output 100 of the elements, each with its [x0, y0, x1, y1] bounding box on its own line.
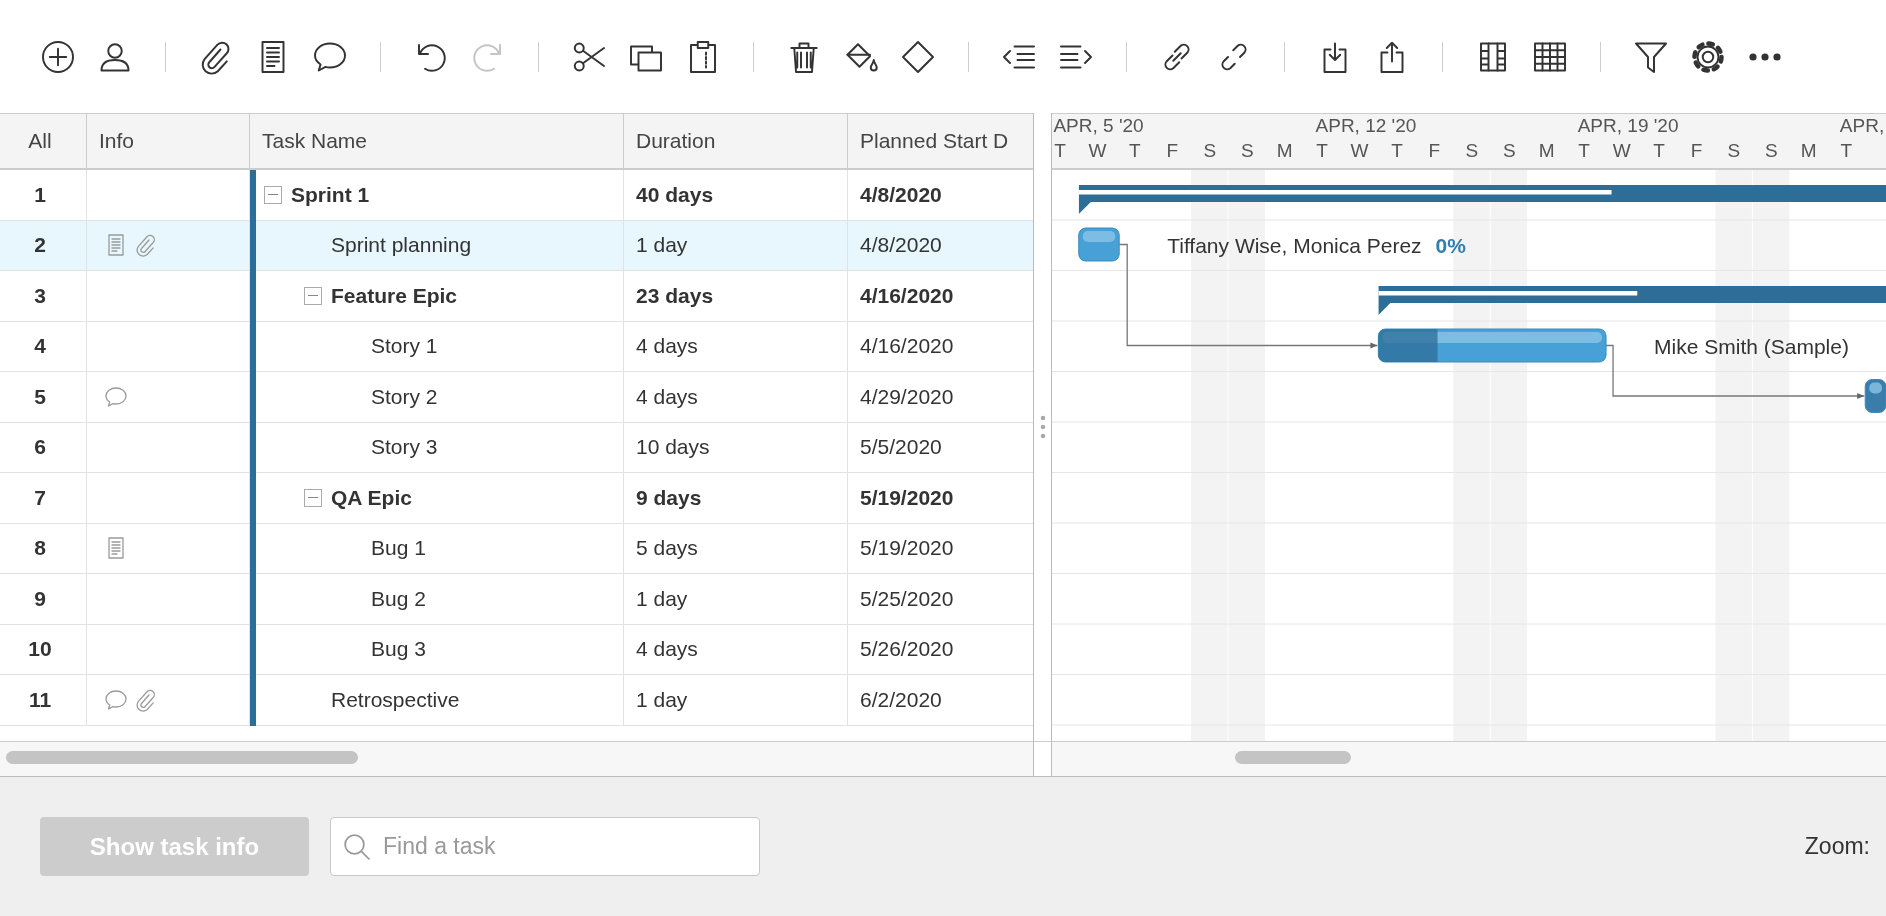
start-date-cell-text: 5/25/2020 [859, 585, 955, 612]
day-label: T [1129, 140, 1141, 161]
task-name: Bug 3 [371, 637, 426, 662]
scrollbar-thumb[interactable] [6, 751, 358, 764]
task-name: Sprint planning [331, 233, 472, 258]
start-date-cell-text: 4/8/2020 [859, 232, 943, 259]
row-number: 9 [0, 574, 87, 624]
row-number: 5 [0, 372, 87, 422]
task-row[interactable]: 5 Story 2 4 days 4/29/2020 [0, 372, 1033, 423]
diamond-icon[interactable] [900, 38, 936, 75]
task-row[interactable]: 11 Retrospective 1 day 6/2/2020 [0, 675, 1033, 726]
task-row[interactable]: 3 Feature Epic 23 days 4/16/2020 [0, 271, 1033, 322]
column-header[interactable]: Duration [624, 114, 848, 168]
start-date-cell-text: 4/16/2020 [859, 333, 955, 360]
task-name: Story 3 [371, 435, 438, 460]
start-date-cell-text: 5/19/2020 [859, 535, 955, 562]
task-row[interactable]: 7 QA Epic 9 days 5/19/2020 [0, 473, 1033, 524]
zoom-label: Zoom: [1804, 833, 1870, 860]
week-label: APR, 5 '20 [1053, 115, 1144, 136]
row-number: 10 [0, 624, 87, 674]
search-field[interactable]: Find a task [330, 817, 760, 876]
column-header[interactable]: Task Name [250, 114, 624, 168]
task-name: Bug 2 [371, 586, 426, 611]
duration-cell: 1 day [624, 574, 848, 624]
task-name: QA Epic [331, 485, 412, 510]
day-label: S [1465, 140, 1479, 161]
task-row[interactable]: 2 Sprint planning 1 day 4/8/2020 [0, 220, 1033, 271]
task-bar[interactable] [1377, 328, 1607, 363]
start-date-cell-text: 5/5/2020 [859, 434, 943, 461]
plus-circle-icon[interactable] [40, 38, 76, 75]
day-label: F [1166, 140, 1179, 161]
day-label: S [1502, 140, 1516, 161]
task-name: Sprint 1 [291, 182, 370, 207]
task-row[interactable]: 9 Bug 2 1 day 5/25/2020 [0, 574, 1033, 625]
task-name: Story 2 [371, 384, 438, 409]
day-label: M [1276, 140, 1293, 161]
column-header[interactable]: Info [87, 114, 250, 168]
task-row[interactable]: 4 Story 1 4 days 4/16/2020 [0, 321, 1033, 372]
day-label: W [1612, 140, 1631, 161]
duration-cell: 4 days [624, 624, 848, 674]
day-label: F [1690, 140, 1703, 161]
duration-cell: 1 day [624, 675, 848, 725]
summary-bar[interactable] [1078, 185, 1886, 214]
duration-cell: 9 days [624, 473, 848, 523]
duration-cell: 4 days [624, 321, 848, 371]
task-row[interactable]: 1 Sprint 1 40 days 4/8/2020 [0, 170, 1033, 221]
duration-cell: 40 days [624, 170, 848, 220]
day-label: S [1765, 140, 1778, 161]
day-label: T [1578, 140, 1590, 161]
day-label: W [1088, 140, 1107, 161]
paperclip-icon[interactable] [134, 233, 158, 258]
row-number: 3 [0, 271, 87, 321]
day-label: M [1800, 140, 1817, 161]
day-label: T [1653, 140, 1665, 161]
week-label: APR, 19 '20 [1577, 115, 1679, 136]
start-date-cell-text: 4/29/2020 [859, 383, 955, 410]
duration-cell: 1 day [624, 220, 848, 270]
row-number: 6 [0, 422, 87, 472]
row-number: 7 [0, 473, 87, 523]
search-icon [342, 831, 372, 862]
assignee-label: Tiffany Wise, Monica Perez [1167, 233, 1422, 257]
progress-percent: 0% [1435, 233, 1466, 257]
start-date-cell-text: 5/19/2020 [859, 484, 955, 511]
task-row[interactable]: 10 Bug 3 4 days 5/26/2020 [0, 624, 1033, 675]
row-number: 2 [0, 220, 87, 270]
start-date-cell-text: 4/16/2020 [859, 282, 955, 309]
day-label: W [1350, 140, 1369, 161]
duration-cell: 4 days [624, 372, 848, 422]
day-label: S [1727, 140, 1741, 161]
day-label: T [1840, 140, 1852, 161]
day-label: M [1538, 140, 1555, 161]
day-label: T [1316, 140, 1328, 161]
day-label: S [1240, 140, 1254, 161]
task-row[interactable]: 8 Bug 1 5 days 5/19/2020 [0, 523, 1033, 574]
task-bar[interactable] [1078, 227, 1120, 262]
start-date-cell-text: 6/2/2020 [859, 686, 943, 713]
paperclip-icon[interactable] [134, 687, 158, 712]
column-header[interactable]: All [0, 114, 87, 168]
day-label: T [1054, 140, 1066, 161]
day-label: F [1428, 140, 1441, 161]
scrollbar-thumb[interactable] [1235, 751, 1351, 764]
summary-bar[interactable] [1378, 286, 1886, 315]
week-label: APR, [1839, 115, 1885, 136]
task-name: Feature Epic [331, 283, 458, 308]
task-bar[interactable] [1864, 379, 1886, 413]
duration-cell: 5 days [624, 523, 848, 573]
day-label: S [1203, 140, 1217, 161]
row-number: 1 [0, 170, 87, 220]
row-number: 4 [0, 321, 87, 371]
task-name: Story 1 [371, 334, 438, 359]
duration-cell: 10 days [624, 422, 848, 472]
collapse-toggle[interactable] [264, 185, 282, 204]
settings-icon[interactable] [1690, 38, 1726, 75]
task-row[interactable]: 6 Story 3 10 days 5/5/2020 [0, 422, 1033, 473]
collapse-toggle[interactable] [304, 286, 322, 305]
duration-cell: 23 days [624, 271, 848, 321]
splitter-handle[interactable] [1039, 415, 1046, 439]
start-date-cell-text: 4/8/2020 [859, 181, 943, 208]
task-name: Retrospective [331, 687, 460, 712]
collapse-toggle[interactable] [304, 488, 322, 507]
